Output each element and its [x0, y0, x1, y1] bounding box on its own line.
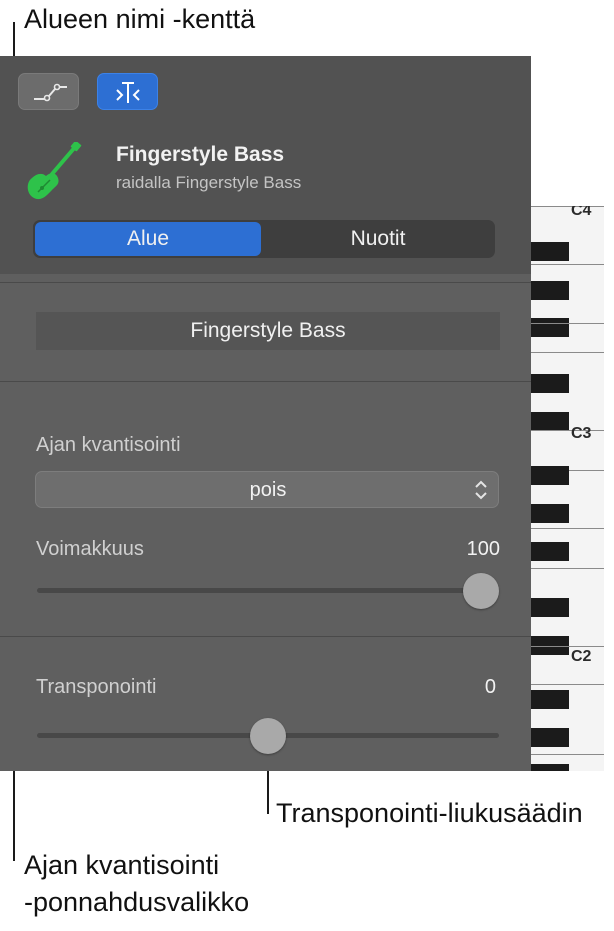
bass-guitar-icon: [27, 142, 82, 200]
black-key[interactable]: [531, 504, 569, 523]
white-key-edge: [531, 646, 604, 647]
white-key-edge: [531, 323, 604, 324]
velocity-slider-thumb[interactable]: [463, 573, 499, 609]
divider: [0, 381, 531, 382]
white-key-edge: [531, 264, 604, 265]
white-key-edge: [531, 754, 604, 755]
key-label-c2: C2: [571, 648, 592, 665]
callout-quantize-menu-2: -ponnahdusvalikko: [24, 887, 250, 917]
piano-keyboard[interactable]: C4 C3 C2: [531, 206, 604, 771]
velocity-label: Voimakkuus: [36, 538, 144, 560]
tab-region[interactable]: Alue: [35, 222, 261, 256]
callout-transpose-slider: Transponointi-liukusäädin: [276, 798, 583, 828]
transpose-slider-thumb[interactable]: [250, 718, 286, 754]
inspector-header: Fingerstyle Bass raidalla Fingerstyle Ba…: [0, 56, 531, 274]
black-key[interactable]: [531, 281, 569, 300]
black-key[interactable]: [531, 374, 569, 393]
region-inspector-panel: Fingerstyle Bass raidalla Fingerstyle Ba…: [0, 56, 531, 771]
transpose-value: 0: [484, 676, 496, 698]
transpose-label: Transponointi: [36, 676, 157, 698]
black-key[interactable]: [531, 690, 569, 709]
track-name: Fingerstyle Bass: [116, 143, 285, 166]
velocity-value: 100: [466, 538, 500, 560]
callout-region-name: Alueen nimi -kenttä: [24, 4, 256, 34]
region-notes-segmented-control: Alue Nuotit: [33, 220, 495, 258]
callout-quantize-menu-1: Ajan kvantisointi: [24, 850, 220, 880]
black-key[interactable]: [531, 412, 569, 431]
divider: [0, 282, 531, 283]
black-key[interactable]: [531, 318, 569, 337]
black-key[interactable]: [531, 542, 569, 561]
white-key-edge: [531, 352, 604, 353]
white-key-edge: [531, 206, 604, 207]
velocity-slider-track[interactable]: [37, 588, 499, 593]
quantize-label: Ajan kvantisointi: [36, 434, 181, 456]
white-key-edge: [531, 684, 604, 685]
automation-button[interactable]: [18, 73, 79, 110]
divider: [0, 636, 531, 637]
quantize-value: pois: [249, 479, 287, 501]
smart-controls-button[interactable]: [97, 73, 158, 110]
black-key[interactable]: [531, 764, 569, 771]
automation-icon: [34, 83, 67, 102]
region-name-field[interactable]: Fingerstyle Bass: [36, 312, 500, 350]
smart-controls-icon: [116, 82, 140, 103]
white-key-edge: [531, 528, 604, 529]
track-subtitle: raidalla Fingerstyle Bass: [116, 173, 302, 192]
keyboard-background: [531, 56, 604, 206]
up-down-chevron-icon: [475, 480, 487, 500]
tab-notes[interactable]: Nuotit: [263, 222, 493, 256]
black-key[interactable]: [531, 728, 569, 747]
white-key-edge: [531, 568, 604, 569]
key-label-c3: C3: [571, 425, 592, 442]
black-key[interactable]: [531, 242, 569, 261]
white-key-edge: [531, 430, 604, 431]
black-key[interactable]: [531, 466, 569, 485]
quantize-popup-menu[interactable]: pois: [35, 471, 499, 508]
key-label-c4: C4: [571, 206, 592, 219]
black-key[interactable]: [531, 598, 569, 617]
